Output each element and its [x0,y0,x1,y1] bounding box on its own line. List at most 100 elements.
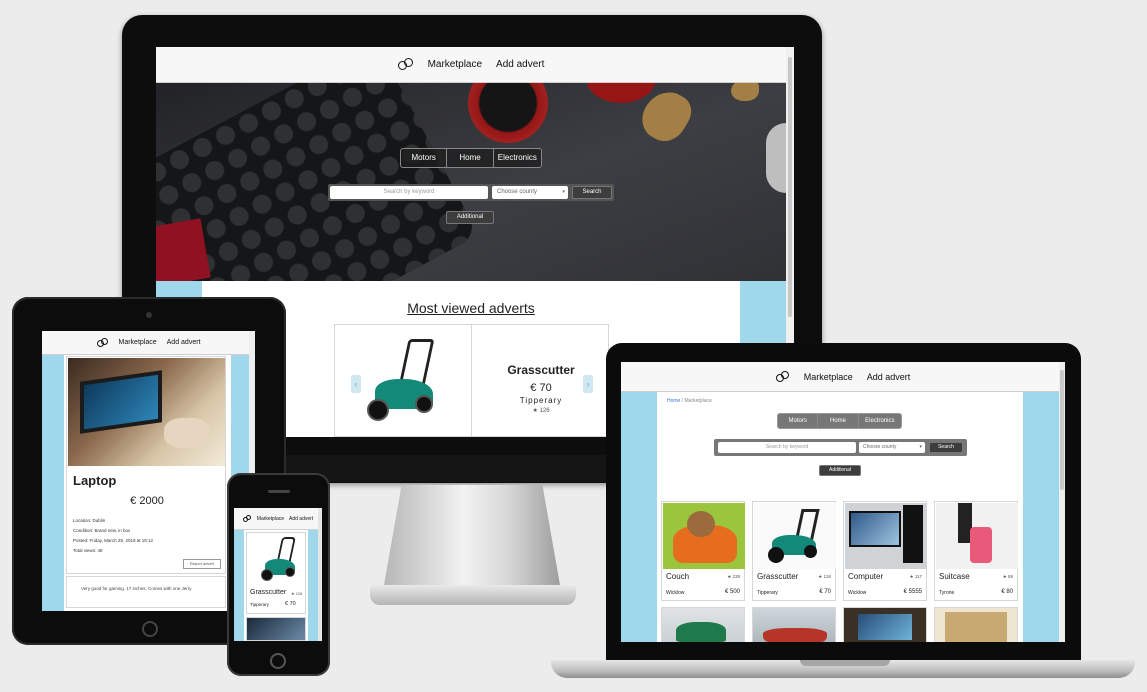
advert-card-location: Tyrone [939,590,955,596]
phone-advert-views: ★ 126 [291,591,303,596]
phone-advert-card-2[interactable] [246,617,306,641]
laptop-screen: Marketplace Add advert Home / Marketplac… [621,362,1065,642]
advert-card-tv[interactable] [843,607,927,642]
left-sidebar [42,355,64,611]
laptop-notch [800,660,890,666]
phone-advert-location: Tipperary [250,602,269,607]
nav-add-advert-link[interactable]: Add advert [496,59,544,70]
tab-motors[interactable]: Motors [401,149,448,167]
search-input[interactable]: Search by keyword [330,186,488,199]
description-card: Very good for gaming. 17 inches. Comes w… [66,576,226,608]
advert-card-price: € 5555 [903,589,922,595]
advert-card-price: € 500 [724,589,740,595]
detail-condition: Condition: Brand new, in box [73,528,131,533]
carousel-prev-icon[interactable]: ‹ [351,375,361,393]
advert-card-motorbike[interactable] [661,607,745,642]
nav-marketplace-link[interactable]: Marketplace [428,59,482,70]
advert-card-title: Computer [848,572,884,581]
logo-icon[interactable] [242,514,252,523]
search-button[interactable]: Search [572,186,612,199]
advert-card[interactable]: Grasscutter ★ 126 Tipperary € 70 [752,501,836,601]
computer-image [845,503,927,569]
left-sidebar [234,530,244,641]
advert-card-views: ★ 126 [818,574,831,579]
right-sidebar [1023,392,1059,642]
featured-advert-card[interactable]: ‹ › Grasscutter € 70 Tipperary ★ 126 [334,324,609,437]
detail-views: Total views: 48 [73,548,103,553]
grasscutter-image [363,339,443,425]
laptop-image [68,358,225,466]
grasscutter-image [259,537,299,583]
tab-home[interactable]: Home [447,149,494,167]
laptop-navbar: Marketplace Add advert [621,362,1065,392]
report-button[interactable]: Report advert [183,559,221,569]
advert-card[interactable]: Computer ★ 117 Wicklow € 5555 [843,501,927,601]
phone-advert-card[interactable]: Grasscutter ★ 126 Tipperary € 70 [246,532,306,614]
advert-card-views: ★ 88 [1002,574,1013,579]
tab-motors[interactable]: Motors [778,414,819,428]
nav-marketplace-link[interactable]: Marketplace [119,339,157,346]
advert-card-location: Wicklow [666,590,685,596]
card-divider [471,325,472,437]
chevron-down-icon: ▾ [919,444,922,450]
additional-button[interactable]: Additional [446,211,494,224]
advert-card-map[interactable] [934,607,1018,642]
advert-details: Location: Dublin Condition: Brand new, i… [73,516,153,556]
phone-home-button[interactable] [270,653,286,669]
couch-image [663,503,745,569]
featured-title: Grasscutter [507,363,575,377]
advert-card-car[interactable] [752,607,836,642]
tab-home[interactable]: Home [818,414,859,428]
advert-card[interactable]: Suitcase ★ 88 Tyrone € 80 [934,501,1018,601]
featured-views: ★ 126 [532,408,550,414]
advert-card-title: Couch [666,572,690,581]
nav-add-advert-link[interactable]: Add advert [167,339,201,346]
tablet-home-button[interactable] [142,621,158,637]
category-tabs: Motors Home Electronics [400,148,542,168]
phone-advert-title: Grasscutter [250,589,287,596]
tablet-screen: Marketplace Add advert Laptop € 2000 Loc… [42,331,255,611]
breadcrumb-current: Marketplace [684,398,712,404]
tab-electronics[interactable]: Electronics [494,149,541,167]
tab-electronics[interactable]: Electronics [859,414,901,428]
chevron-down-icon: ▾ [562,189,565,195]
search-input[interactable]: Search by keyword [718,442,856,453]
phone-scrollbar[interactable] [318,508,322,641]
logo-icon[interactable] [775,370,790,383]
laptop-scrollbar[interactable] [1059,362,1065,642]
nav-marketplace-link[interactable]: Marketplace [257,516,284,522]
logo-icon[interactable] [397,57,414,72]
advert-price: € 2000 [130,495,164,507]
county-select[interactable]: Choose county ▾ [859,442,925,453]
county-select[interactable]: Choose county ▾ [492,186,568,199]
desktop-navbar: Marketplace Add advert [156,47,786,83]
left-sidebar [621,392,657,642]
logo-icon[interactable] [96,337,109,348]
advert-card[interactable]: Couch ★ 239 Wicklow € 500 [661,501,745,601]
county-select-value: Choose county [863,444,897,450]
hero-banner: Motors Home Electronics Search by keywor… [156,83,786,281]
advert-detail-card: Laptop € 2000 Location: Dublin Condition… [66,356,226,574]
hero-overlay [156,83,786,281]
phone-advert-price: € 70 [285,601,296,607]
monitor-base [370,585,576,605]
search-button[interactable]: Search [929,442,963,453]
featured-price: € 70 [530,382,552,394]
breadcrumb: Home / Marketplace [667,398,712,404]
phone-navbar: Marketplace Add advert [234,508,322,530]
breadcrumb-home[interactable]: Home [667,398,680,404]
advert-title: Laptop [73,473,117,488]
monitor-stand [384,485,560,585]
nav-add-advert-link[interactable]: Add advert [289,516,313,522]
nav-add-advert-link[interactable]: Add advert [867,372,911,382]
additional-button[interactable]: Additional [819,465,861,476]
advert-card-views: ★ 117 [909,574,922,579]
advert-card-price: € 70 [819,589,831,595]
suitcase-image [936,503,1018,569]
tablet-camera [146,312,152,318]
advert-card-location: Wicklow [848,590,867,596]
nav-marketplace-link[interactable]: Marketplace [804,372,853,382]
section-title: Most viewed adverts [407,300,535,316]
advert-card-location: Tipperary [757,590,778,596]
advert-description: Very good for gaming. 17 inches. Comes w… [81,586,192,591]
